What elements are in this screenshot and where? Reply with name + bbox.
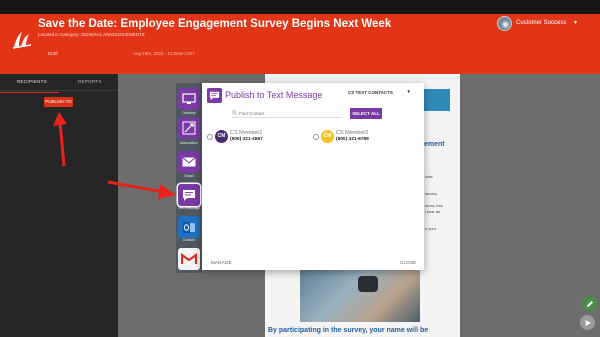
- watch-image-icon: [358, 276, 378, 292]
- contact-list-value: CS TEXT CONTACTS: [348, 90, 393, 95]
- sidebar-divider: [0, 90, 118, 91]
- outlook-icon: [183, 221, 195, 233]
- channel-label: Email: [184, 174, 194, 178]
- preview-line: uate: [425, 174, 433, 179]
- avatar-icon: [501, 20, 510, 29]
- preview-line: l year as: [425, 209, 441, 214]
- contact-name: CS Member1: [230, 130, 263, 136]
- contact-list-dropdown[interactable]: CS TEXT CONTACTS ▾: [348, 89, 412, 98]
- os-menu-bar: [0, 0, 600, 14]
- tab-recipients[interactable]: RECIPIENTS: [17, 79, 47, 84]
- preview-line: know, this: [425, 203, 443, 208]
- desktop-icon: [182, 93, 196, 104]
- text-message-header-icon: [207, 88, 222, 103]
- automation-icon: [182, 121, 196, 135]
- select-all-button[interactable]: SELECT ALL: [350, 108, 382, 119]
- contact-avatar: CM: [321, 130, 334, 143]
- close-button[interactable]: CLOSE: [400, 260, 416, 265]
- preview-heading: ement: [424, 141, 445, 148]
- publish-to-button[interactable]: PUBLISH TO: [44, 97, 73, 107]
- text-message-icon: [183, 189, 195, 201]
- preview-bottom-text: By participating in the survey, your nam…: [268, 327, 429, 334]
- dropdown-caret-icon: ▾: [407, 89, 410, 95]
- channel-automation[interactable]: [178, 117, 200, 139]
- send-icon: [584, 319, 591, 326]
- annotation-arrow-right: [107, 180, 176, 199]
- manage-button[interactable]: MANAGE: [211, 260, 232, 265]
- channel-text-message[interactable]: [178, 184, 200, 206]
- contact-avatar: CM: [215, 130, 228, 143]
- preview-line: survey.: [425, 191, 438, 196]
- user-menu-caret-icon[interactable]: ▾: [574, 19, 577, 26]
- email-icon: [182, 157, 196, 167]
- edit-button[interactable]: [582, 296, 597, 311]
- category-subtitle: Located in Category: GENERAL ANNOUNCEMEN…: [38, 32, 145, 37]
- pencil-icon: [586, 300, 593, 307]
- channel-gmail[interactable]: [178, 248, 200, 270]
- tab-draft[interactable]: Draft: [48, 51, 58, 56]
- channel-email[interactable]: [178, 151, 200, 173]
- annotation-arrow-up: [53, 112, 67, 167]
- channel-label: Text Message: [177, 206, 201, 210]
- channel-desktop[interactable]: [178, 88, 200, 110]
- tab-reports[interactable]: REPORTS: [78, 79, 102, 84]
- preview-line: n your: [425, 226, 437, 231]
- contact-radio[interactable]: [207, 134, 213, 140]
- send-button[interactable]: [580, 315, 595, 330]
- page-title: Save the Date: Employee Engagement Surve…: [38, 18, 392, 30]
- channel-outlook[interactable]: [178, 216, 200, 238]
- channel-label: Desktop: [182, 111, 196, 115]
- user-avatar[interactable]: [497, 16, 512, 31]
- find-contact-input[interactable]: [232, 109, 342, 118]
- schedule-date: Aug 19th, 2024 - 11:00am CST: [133, 51, 195, 56]
- gmail-icon: [181, 253, 197, 264]
- preview-banner: [420, 89, 450, 111]
- channel-label: Automation: [179, 141, 199, 145]
- user-name[interactable]: Customer Success: [516, 20, 566, 26]
- contact-radio[interactable]: [313, 134, 319, 140]
- modal-title: Publish to Text Message: [225, 90, 323, 100]
- contact-phone: (500) 321-6789: [336, 137, 369, 142]
- app-logo-icon: [12, 32, 32, 49]
- preview-photo: [300, 268, 420, 322]
- active-tab-indicator: [0, 92, 59, 93]
- contact-name: CS Member2: [336, 130, 369, 136]
- contact-phone: (500) 321-4567: [230, 137, 263, 142]
- channel-label: Outlook: [182, 238, 196, 242]
